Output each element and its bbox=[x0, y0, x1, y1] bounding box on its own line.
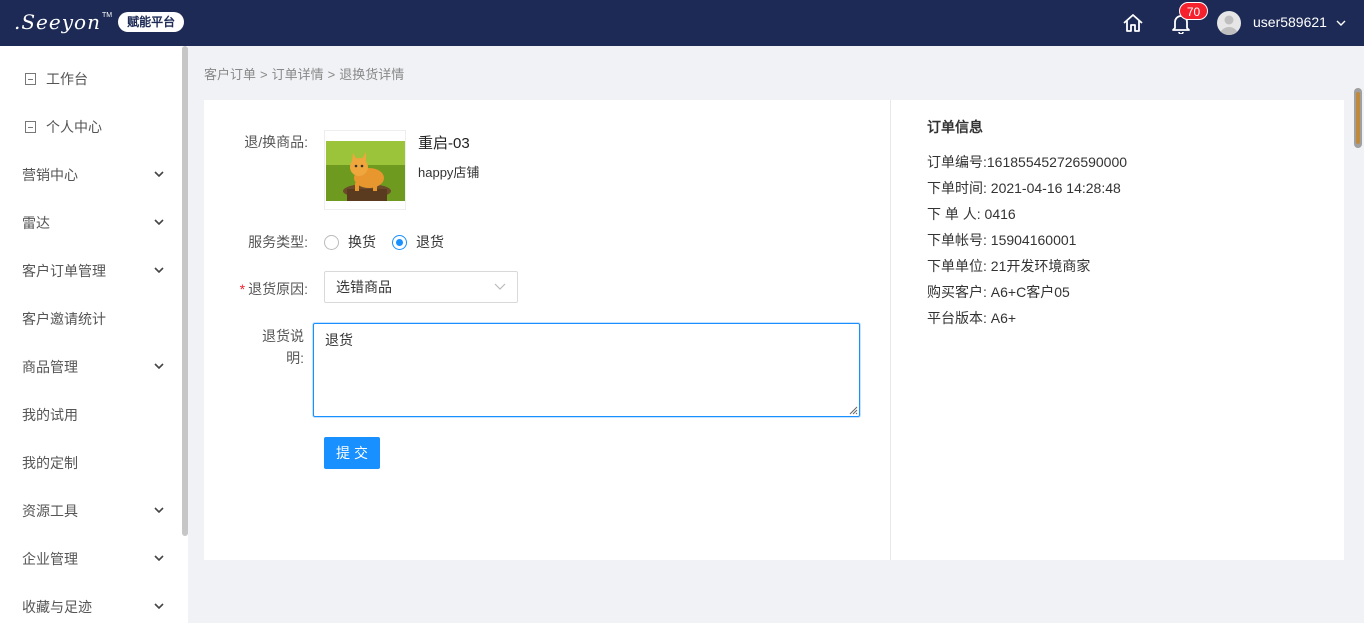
service-type-label: 服务类型: bbox=[248, 234, 308, 250]
page-icon bbox=[25, 73, 36, 85]
description-label: 退货说明: bbox=[224, 325, 304, 369]
chevron-down-icon[interactable] bbox=[1335, 14, 1347, 32]
page-icon bbox=[25, 121, 36, 133]
order-unit: 下单单位: 21开发环境商家 bbox=[927, 258, 1091, 274]
breadcrumb-separator: > bbox=[260, 67, 268, 82]
logo-trademark: TM bbox=[101, 11, 113, 19]
breadcrumb-item-order-detail[interactable]: 订单详情 bbox=[272, 67, 324, 82]
return-detail-card: 退/换商品: 重启-03 happy店铺 服务类型: 换货 退货 * 退货原因: … bbox=[204, 100, 1344, 560]
kitten-image bbox=[325, 131, 405, 209]
product-name[interactable]: 重启-03 bbox=[418, 132, 470, 153]
reason-select-value: 选错商品 bbox=[336, 279, 392, 295]
product-thumbnail[interactable] bbox=[324, 130, 406, 210]
chevron-down-icon bbox=[154, 219, 164, 226]
required-mark: * bbox=[239, 281, 246, 297]
chevron-down-icon bbox=[494, 283, 506, 290]
product-label: 退/换商品: bbox=[244, 134, 308, 150]
sidebar-item-label: 我的定制 bbox=[22, 455, 78, 471]
reason-label-text: 退货原因: bbox=[248, 281, 308, 297]
sidebar-item-label: 商品管理 bbox=[22, 359, 78, 375]
sidebar-item-label: 客户邀请统计 bbox=[22, 311, 106, 327]
reason-label: * 退货原因: bbox=[224, 279, 308, 299]
logo-text: .Seeyon bbox=[14, 10, 101, 34]
reason-select[interactable]: 选错商品 bbox=[324, 271, 518, 303]
description-label-line1: 退货说 bbox=[262, 328, 304, 344]
chevron-down-icon bbox=[154, 267, 164, 274]
sidebar-item-customer-orders[interactable]: 客户订单管理 bbox=[0, 247, 180, 295]
chevron-down-icon bbox=[154, 171, 164, 178]
sidebar-item-my-trials[interactable]: 我的试用 bbox=[0, 391, 180, 439]
sidebar-item-label: 营销中心 bbox=[22, 167, 78, 183]
shop-name[interactable]: happy店铺 bbox=[418, 162, 479, 181]
chevron-down-icon bbox=[154, 507, 164, 514]
radio-label: 换货 bbox=[348, 234, 376, 250]
user-avatar[interactable] bbox=[1217, 11, 1241, 35]
sidebar-item-product-management[interactable]: 商品管理 bbox=[0, 343, 180, 391]
order-info-title: 订单信息 bbox=[927, 119, 983, 135]
radio-circle-checked bbox=[392, 234, 407, 250]
platform-version: 平台版本: A6+ bbox=[927, 310, 1017, 326]
sidebar-item-label: 收藏与足迹 bbox=[22, 599, 92, 615]
sidebar-item-enterprise-management[interactable]: 企业管理 bbox=[0, 535, 180, 583]
buyer-customer: 购买客户: A6+C客户05 bbox=[927, 284, 1070, 300]
sidebar-item-resource-tools[interactable]: 资源工具 bbox=[0, 487, 180, 535]
sidebar-scrollbar[interactable] bbox=[182, 46, 188, 536]
top-header: .Seeyon TM 赋能平台 70 user589621 bbox=[0, 0, 1364, 46]
order-person: 下 单 人: 0416 bbox=[927, 206, 1016, 222]
username[interactable]: user589621 bbox=[1253, 14, 1327, 30]
sidebar-item-label: 客户订单管理 bbox=[22, 263, 106, 279]
chevron-down-icon bbox=[154, 555, 164, 562]
sidebar-item-label: 个人中心 bbox=[46, 119, 102, 135]
sidebar-item-favorites-history[interactable]: 收藏与足迹 bbox=[0, 583, 180, 623]
sidebar-item-label: 企业管理 bbox=[22, 551, 78, 567]
sidebar-item-label: 我的试用 bbox=[22, 407, 78, 423]
radio-circle bbox=[324, 234, 339, 250]
sidebar: 工作台 个人中心 营销中心 雷达 客户订单管理 客户邀请统计 商品管理 我的试用… bbox=[0, 46, 188, 623]
chevron-down-icon bbox=[154, 363, 164, 370]
sidebar-item-label: 雷达 bbox=[22, 215, 50, 231]
order-account: 下单帐号: 15904160001 bbox=[927, 232, 1077, 248]
description-textarea[interactable]: 退货 bbox=[313, 323, 860, 417]
breadcrumb-separator: > bbox=[327, 67, 336, 82]
breadcrumb-item-return-detail: 退换货详情 bbox=[339, 67, 405, 82]
vertical-divider bbox=[890, 100, 891, 560]
submit-button[interactable]: 提交 bbox=[324, 437, 380, 469]
sidebar-item-my-customizations[interactable]: 我的定制 bbox=[0, 439, 180, 487]
breadcrumb: 客户订单 > 订单详情 > 退换货详情 bbox=[204, 64, 404, 83]
description-label-line2: 明: bbox=[286, 350, 304, 366]
sidebar-item-label: 资源工具 bbox=[22, 503, 78, 519]
sidebar-item-label: 工作台 bbox=[46, 71, 88, 87]
chevron-down-icon bbox=[154, 603, 164, 610]
seeyon-logo[interactable]: .Seeyon TM 赋能平台 bbox=[14, 10, 185, 34]
platform-badge: 赋能平台 bbox=[118, 12, 185, 32]
order-time: 下单时间: 2021-04-16 14:28:48 bbox=[927, 180, 1121, 196]
radio-exchange[interactable]: 换货 bbox=[324, 232, 376, 252]
sidebar-item-invite-stats[interactable]: 客户邀请统计 bbox=[0, 295, 180, 343]
radio-return[interactable]: 退货 bbox=[392, 232, 444, 252]
notification-badge[interactable]: 70 bbox=[1179, 2, 1208, 20]
avatar-icon bbox=[1220, 15, 1238, 35]
order-number: 订单编号:161855452726590000 bbox=[927, 154, 1128, 170]
breadcrumb-item-customer-orders[interactable]: 客户订单 bbox=[204, 67, 256, 82]
radio-label: 退货 bbox=[416, 234, 444, 250]
resize-handle-icon[interactable] bbox=[848, 405, 858, 415]
sidebar-item-radar[interactable]: 雷达 bbox=[0, 199, 180, 247]
sidebar-item-personal-center[interactable]: 个人中心 bbox=[0, 103, 180, 151]
home-icon[interactable] bbox=[1122, 12, 1144, 34]
sidebar-item-marketing-center[interactable]: 营销中心 bbox=[0, 151, 180, 199]
page-scrollbar[interactable] bbox=[1354, 88, 1362, 148]
sidebar-item-workbench[interactable]: 工作台 bbox=[0, 55, 180, 103]
